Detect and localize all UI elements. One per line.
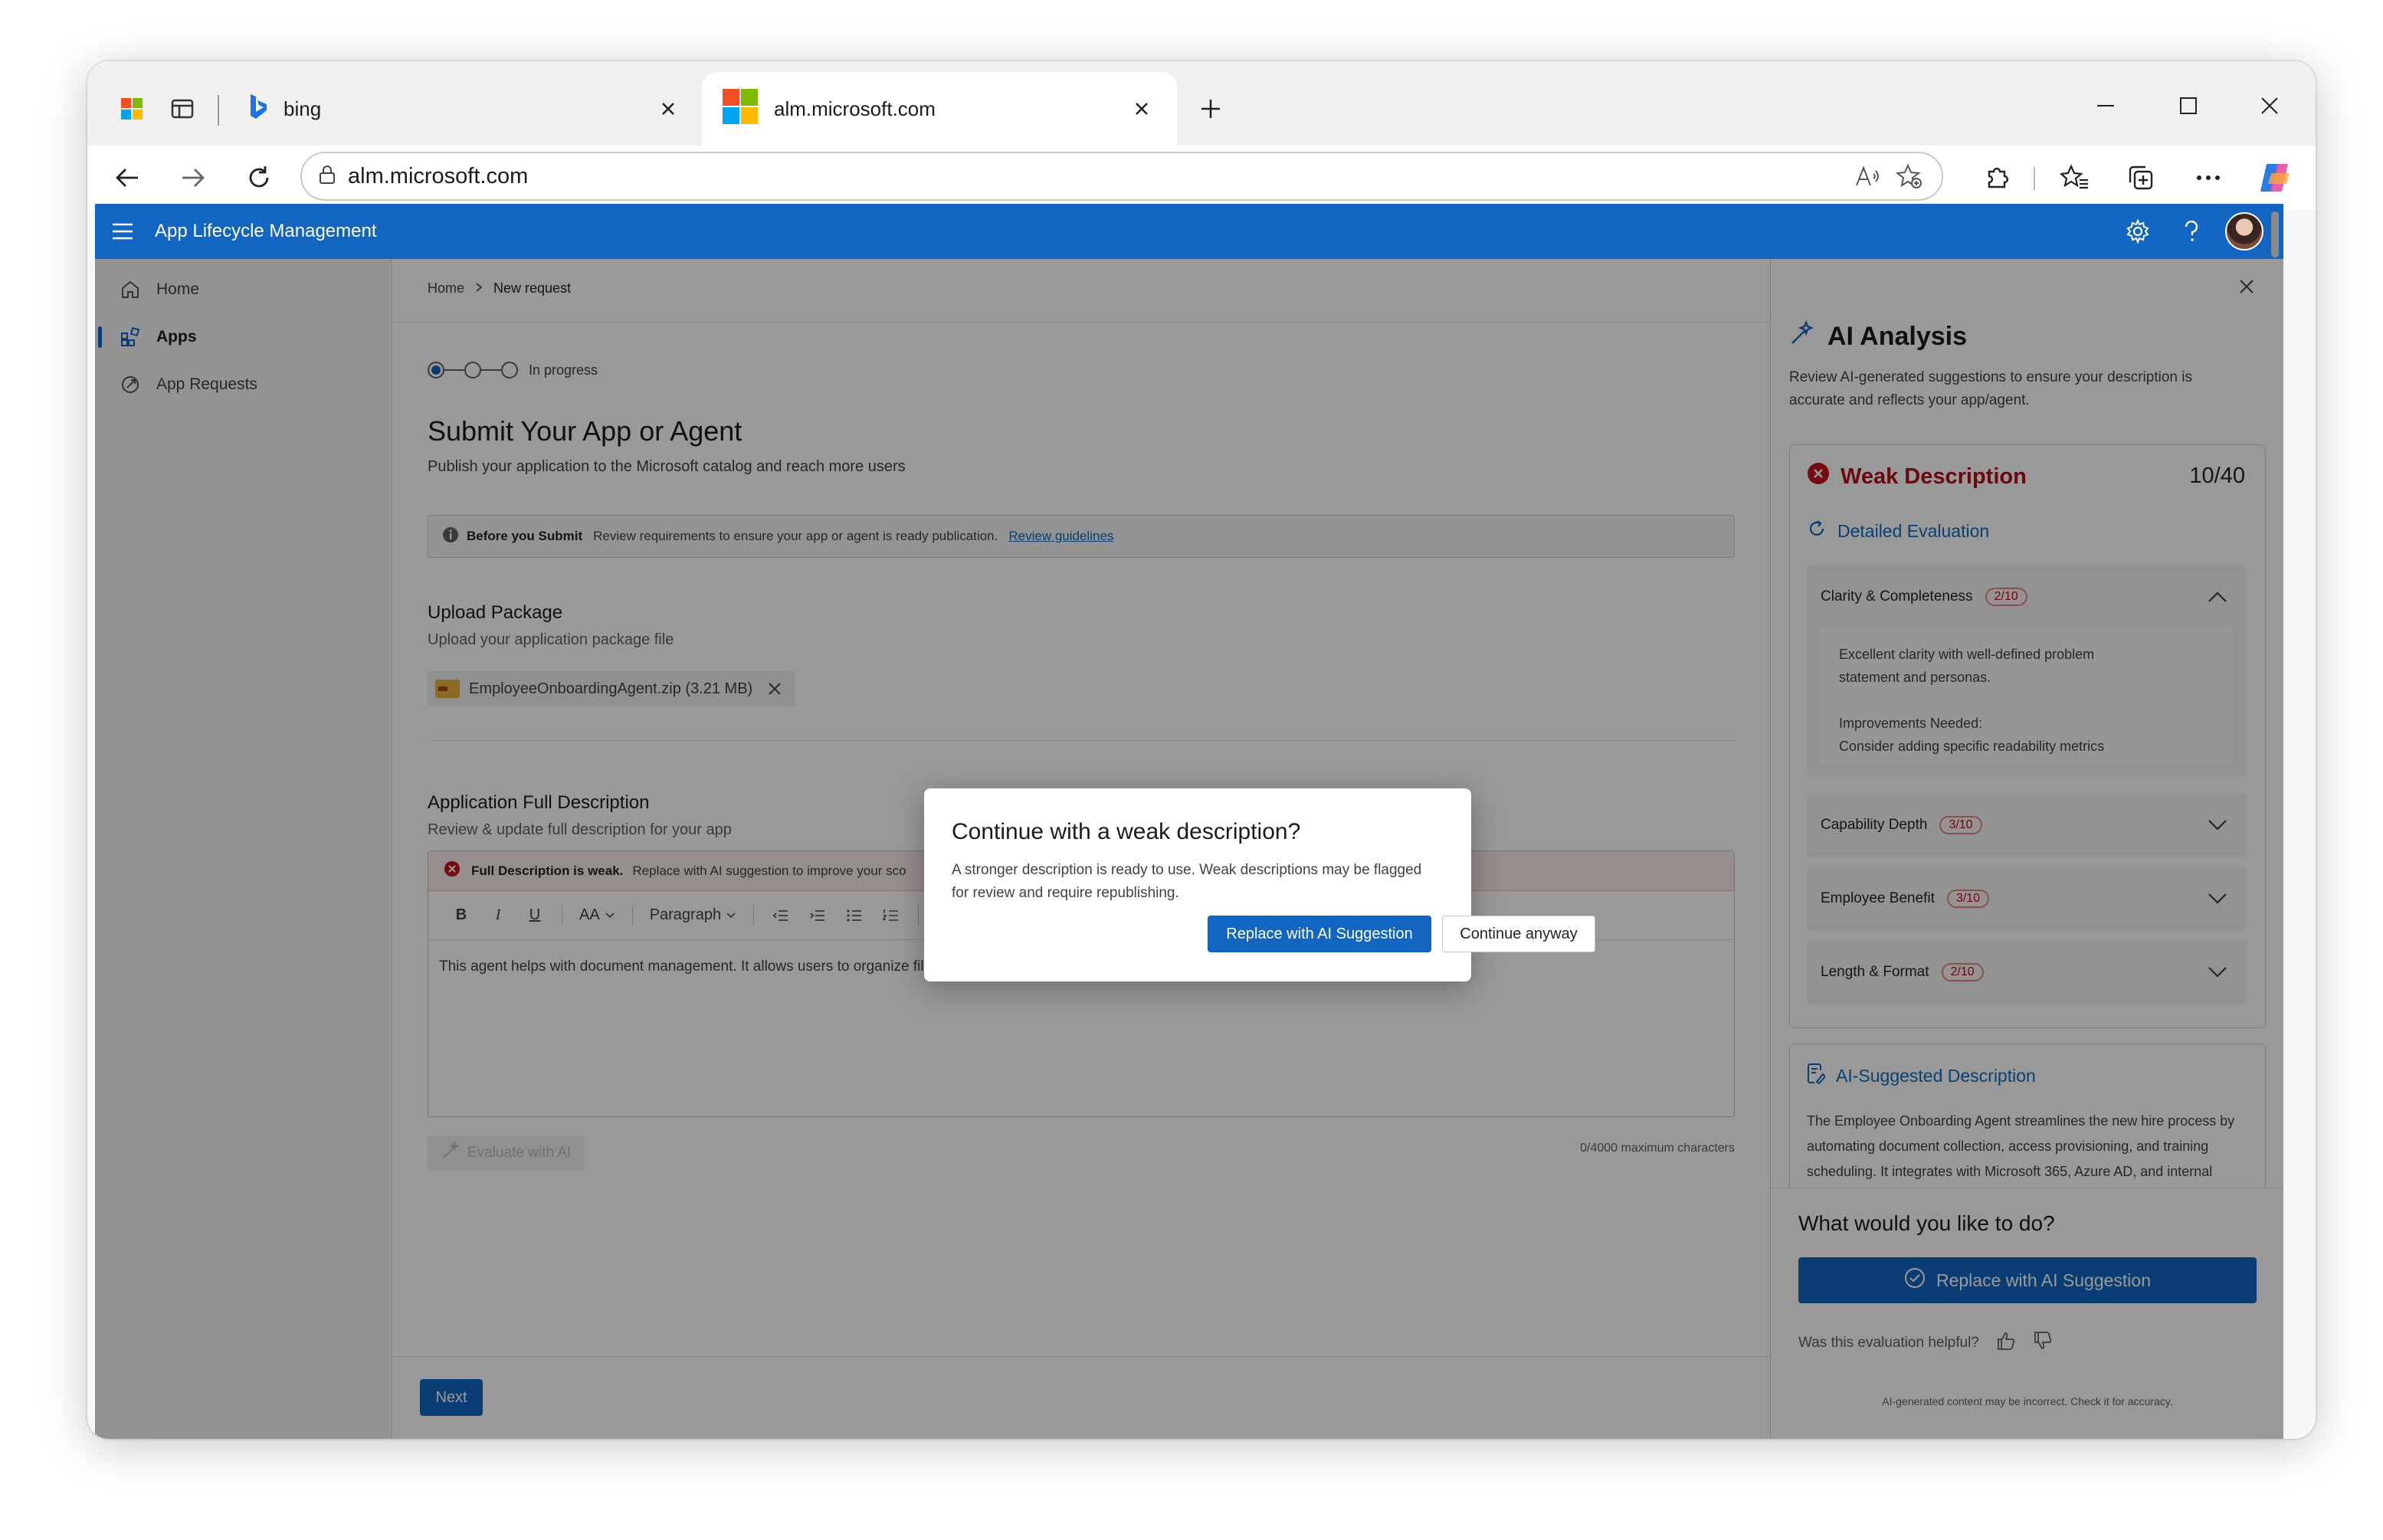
bing-logo-icon (248, 93, 268, 125)
maximize-button[interactable] (2165, 83, 2211, 129)
tab-strip: bing alm.microsoft.com (87, 61, 2316, 146)
toolbar-separator (2034, 167, 2035, 190)
url-text: alm.microsoft.com (348, 163, 529, 188)
dialog-title: Continue with a weak description? (952, 819, 1301, 844)
tab-label: alm.microsoft.com (774, 97, 936, 120)
tab-label: bing (284, 97, 322, 120)
header-actions (2118, 204, 2263, 259)
tab-bing[interactable]: bing (228, 72, 703, 146)
microsoft-logo-icon (722, 88, 759, 130)
app-frame: App Lifecycle Management Home Apps App R… (95, 204, 2283, 1439)
browser-toolbar: alm.microsoft.com (87, 146, 2316, 210)
more-options-icon[interactable] (2187, 156, 2230, 199)
address-bar[interactable]: alm.microsoft.com (300, 152, 1943, 201)
favorites-icon[interactable] (2054, 156, 2096, 199)
close-tab-icon[interactable] (653, 93, 683, 124)
close-tab-icon[interactable] (1126, 93, 1157, 124)
weak-description-dialog: Continue with a weak description? A stro… (924, 788, 1595, 981)
add-favorite-icon[interactable] (1891, 158, 1928, 195)
app-title: App Lifecycle Management (155, 221, 377, 241)
close-window-button[interactable] (2247, 83, 2293, 129)
help-icon[interactable] (2172, 211, 2211, 251)
refresh-button[interactable] (238, 156, 280, 199)
read-aloud-icon[interactable] (1850, 158, 1886, 195)
dialog-replace-button[interactable]: Replace with AI Suggestion (1208, 916, 1431, 952)
tab-separator (218, 95, 219, 126)
tab-alm[interactable]: alm.microsoft.com (702, 72, 1177, 146)
browser-window: bing alm.microsoft.com alm.microsoft.com… (87, 61, 2316, 1439)
minimize-button[interactable] (2083, 83, 2129, 129)
continue-anyway-button[interactable]: Continue anyway (1442, 916, 1595, 952)
app-header: App Lifecycle Management (95, 204, 2283, 259)
settings-gear-icon[interactable] (2118, 211, 2158, 251)
page-scrollbar[interactable] (2271, 211, 2279, 257)
collections-icon[interactable] (2119, 156, 2162, 199)
hamburger-menu-icon[interactable] (95, 204, 150, 259)
windows-logo-icon[interactable] (110, 87, 153, 130)
user-avatar[interactable] (2225, 212, 2263, 251)
copilot-icon[interactable] (2253, 156, 2296, 199)
back-button[interactable] (106, 156, 149, 199)
lock-icon (319, 165, 336, 188)
dialog-text: A stronger description is ready to use. … (952, 862, 1422, 901)
tab-actions-icon[interactable] (161, 87, 204, 130)
forward-button[interactable] (172, 156, 215, 199)
new-tab-button[interactable] (1188, 86, 1234, 132)
extensions-icon[interactable] (1975, 156, 2018, 199)
